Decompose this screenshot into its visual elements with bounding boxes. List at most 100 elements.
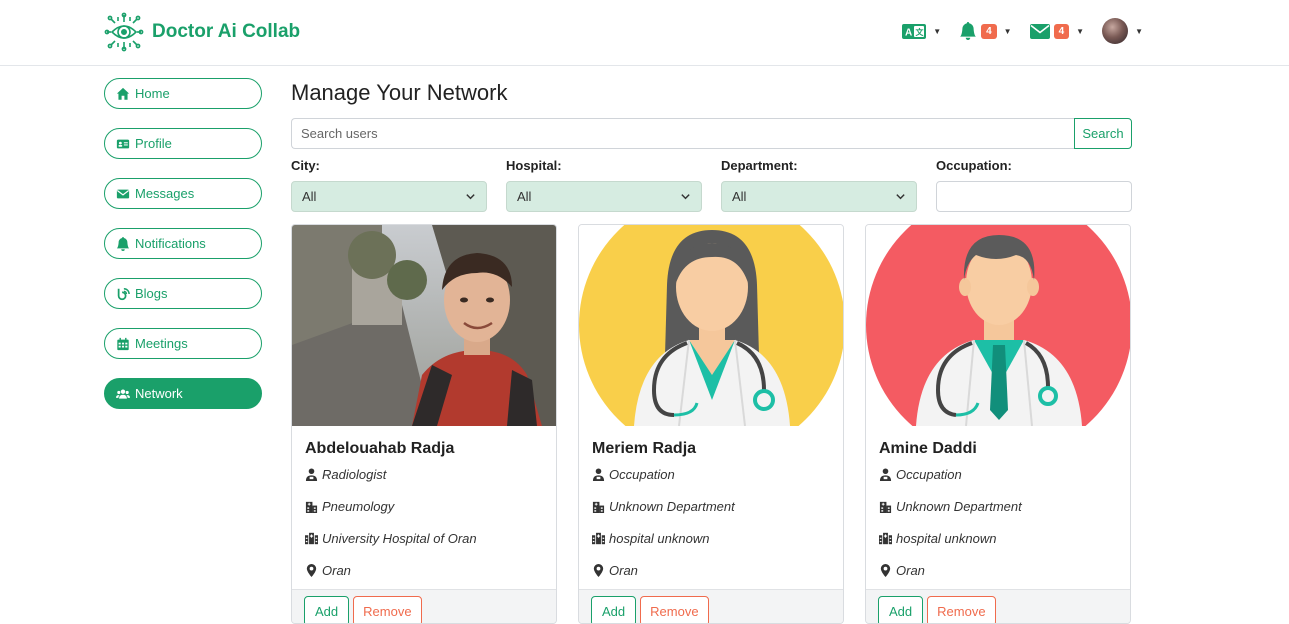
brand-name: Doctor Ai Collab (152, 21, 301, 42)
svg-text:A: A (905, 27, 912, 38)
user-occupation-text: Occupation (896, 466, 962, 482)
search-button[interactable]: Search (1074, 118, 1132, 149)
user-hospital-text: hospital unknown (896, 530, 997, 546)
user-department-text: Unknown Department (896, 498, 1022, 514)
hospital-building-icon (879, 532, 892, 544)
sidebar-item-label: Profile (135, 136, 172, 151)
department-select[interactable]: All (721, 181, 917, 212)
main-content: Manage Your Network Search City: All Hos… (291, 78, 1132, 624)
user-card-actions: Add Remove (292, 589, 556, 623)
search-bar: Search (291, 118, 1132, 149)
occupation-input[interactable] (936, 181, 1132, 212)
department-filter-label: Department: (721, 158, 798, 173)
calendar-icon (117, 337, 129, 350)
hospital-building-icon (305, 532, 318, 544)
chevron-down-icon: ▼ (933, 26, 942, 36)
top-navbar: Doctor Ai Collab A 文 ▼ 4 ▼ 4 ▼ ▼ (0, 0, 1289, 66)
user-department: Unknown Department (592, 498, 830, 514)
page-title: Manage Your Network (291, 80, 508, 105)
profile-dropdown[interactable]: ▼ (1102, 18, 1143, 44)
sidebar-item-label: Blogs (135, 286, 168, 301)
hospital-select-value: All (517, 189, 532, 204)
user-hospital: hospital unknown (879, 530, 1117, 546)
circuit-eye-logo (104, 12, 144, 52)
sidebar-item-blogs[interactable]: Blogs (104, 278, 262, 309)
occupation-filter-label: Occupation: (936, 158, 1012, 173)
user-city-text: Oran (896, 562, 925, 578)
user-occupation-text: Radiologist (322, 466, 387, 482)
bell-icon (960, 22, 976, 40)
chevron-down-icon: ▼ (1135, 26, 1143, 36)
sidebar-item-label: Notifications (135, 236, 206, 251)
home-icon (116, 87, 130, 100)
hospital-building-icon (592, 532, 605, 544)
hospital-icon (879, 501, 892, 513)
user-card-actions: Add Remove (866, 589, 1130, 623)
sidebar-item-meetings[interactable]: Meetings (104, 328, 262, 359)
chevron-down-icon: ▼ (1003, 26, 1012, 36)
navbar-actions: A 文 ▼ 4 ▼ 4 ▼ ▼ (902, 18, 1143, 44)
sidebar-item-label: Meetings (135, 336, 188, 351)
brand[interactable]: Doctor Ai Collab (104, 12, 300, 52)
user-hospital: hospital unknown (592, 530, 830, 546)
sidebar-item-label: Network (135, 386, 183, 401)
user-city-text: Oran (322, 562, 351, 578)
user-name: Abdelouahab Radja (305, 440, 455, 457)
hospital-icon (592, 501, 605, 513)
notifications-dropdown[interactable]: 4 ▼ (959, 22, 1012, 40)
user-card: Meriem Radja Occupation Unknown Departme… (578, 224, 844, 624)
language-dropdown[interactable]: A 文 ▼ (902, 23, 942, 39)
map-marker-icon (593, 563, 604, 577)
sidebar-item-network[interactable]: Network (104, 378, 262, 409)
chevron-down-icon (466, 194, 475, 200)
bell-icon (116, 236, 130, 251)
user-occupation: Radiologist (305, 466, 543, 482)
user-card-actions: Add Remove (579, 589, 843, 623)
user-card: Abdelouahab Radja Radiologist Pneumology… (291, 224, 557, 624)
translate-icon: A 文 (902, 23, 927, 39)
chevron-down-icon (896, 194, 905, 200)
hospital-filter-label: Hospital: (506, 158, 562, 173)
avatar (1102, 18, 1129, 44)
blog-icon (117, 287, 130, 300)
id-card-icon (116, 139, 130, 148)
user-city: Oran (592, 562, 830, 578)
user-occupation: Occupation (879, 466, 1117, 482)
messages-dropdown[interactable]: 4 ▼ (1029, 23, 1084, 39)
female-doctor-avatar (579, 225, 843, 426)
city-filter-label: City: (291, 158, 320, 173)
users-icon (116, 388, 130, 399)
sidebar-item-label: Messages (135, 186, 195, 201)
user-hospital-text: hospital unknown (609, 530, 710, 546)
city-select-value: All (302, 189, 317, 204)
user-department: Unknown Department (879, 498, 1117, 514)
user-department-text: Unknown Department (609, 498, 735, 514)
sidebar: Home Profile Messages Notifications Blog… (104, 78, 262, 428)
sidebar-item-notifications[interactable]: Notifications (104, 228, 262, 259)
user-card-body: Amine Daddi Occupation Unknown Departmen… (866, 426, 1130, 578)
sidebar-item-label: Home (135, 86, 170, 101)
search-input[interactable] (291, 118, 1074, 149)
envelope-icon (116, 189, 130, 198)
department-select-value: All (732, 189, 747, 204)
sidebar-item-home[interactable]: Home (104, 78, 262, 109)
user-city-text: Oran (609, 562, 638, 578)
sidebar-item-profile[interactable]: Profile (104, 128, 262, 159)
sidebar-item-messages[interactable]: Messages (104, 178, 262, 209)
user-photo (292, 225, 556, 426)
user-doctor-icon (879, 467, 892, 481)
user-hospital-text: University Hospital of Oran (322, 530, 477, 546)
city-select[interactable]: All (291, 181, 487, 212)
filters: City: All Hospital: All Department: All … (291, 158, 1132, 212)
map-marker-icon (880, 563, 891, 577)
user-occupation-text: Occupation (609, 466, 675, 482)
occupation-filter: Occupation: (936, 158, 1132, 212)
chevron-down-icon (681, 194, 690, 200)
user-doctor-icon (305, 467, 318, 481)
envelope-icon (1029, 23, 1050, 39)
user-doctor-icon (592, 467, 605, 481)
user-city: Oran (305, 562, 543, 578)
user-department: Pneumology (305, 498, 543, 514)
user-name: Meriem Radja (592, 440, 697, 457)
hospital-select[interactable]: All (506, 181, 702, 212)
